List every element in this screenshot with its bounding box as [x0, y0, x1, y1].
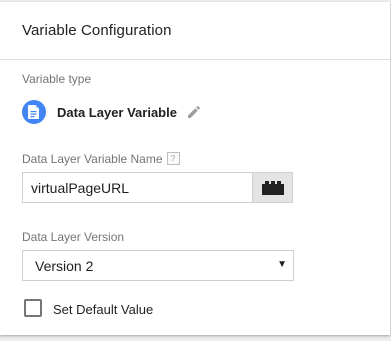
variable-picker-button[interactable] — [252, 172, 293, 203]
dlv-name-label: Data Layer Variable Name — [22, 152, 163, 166]
help-icon[interactable]: ? — [166, 152, 180, 166]
dlv-version-select[interactable]: Version 2 ▼ — [22, 250, 294, 281]
variable-type-label: Variable type — [22, 72, 92, 86]
dropdown-arrow-icon: ▼ — [277, 259, 287, 270]
dlv-version-label: Data Layer Version — [22, 230, 125, 244]
dlv-version-value: Version 2 — [35, 258, 94, 274]
lego-brick-icon — [262, 181, 284, 195]
dlv-name-label-row: Data Layer Variable Name? — [22, 152, 180, 166]
set-default-value-checkbox[interactable] — [24, 299, 42, 317]
pencil-icon[interactable] — [186, 104, 202, 120]
dlv-name-input[interactable] — [22, 172, 252, 203]
card-header: Variable Configuration — [0, 2, 390, 60]
variable-configuration-card: Variable Configuration Variable type Dat… — [0, 2, 390, 335]
variable-type-row[interactable]: Data Layer Variable — [22, 100, 222, 124]
variable-type-name: Data Layer Variable — [57, 105, 177, 120]
document-icon — [22, 100, 46, 124]
card-title: Variable Configuration — [22, 22, 172, 39]
set-default-value-label[interactable]: Set Default Value — [53, 302, 153, 317]
